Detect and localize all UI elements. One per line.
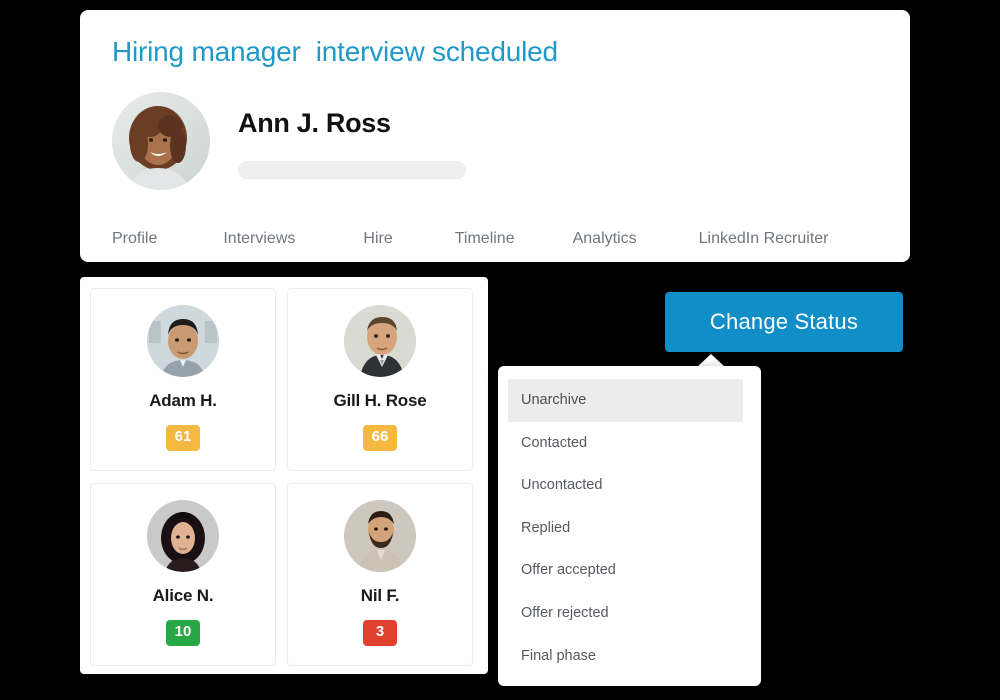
candidate-avatar bbox=[147, 500, 219, 572]
candidate-card-adam[interactable]: Adam H. 61 bbox=[90, 288, 276, 471]
change-status-button[interactable]: Change Status bbox=[665, 292, 903, 352]
candidate-score-badge: 3 bbox=[363, 620, 397, 646]
candidate-avatar bbox=[344, 500, 416, 572]
candidate-grid: Adam H. 61 Gill H. Rose 66 Alice N. 10 N… bbox=[90, 288, 473, 666]
tab-timeline[interactable]: Timeline bbox=[455, 230, 515, 248]
status-dropdown-menu: Unarchive Contacted Uncontacted Replied … bbox=[498, 366, 761, 686]
candidate-score-badge: 61 bbox=[165, 425, 201, 451]
dropdown-item-unarchive[interactable]: Unarchive bbox=[508, 379, 743, 422]
dropdown-item-uncontacted[interactable]: Uncontacted bbox=[498, 464, 761, 507]
candidate-avatar bbox=[147, 305, 219, 377]
candidate-name: Adam H. bbox=[149, 391, 217, 410]
candidate-name: Nil F. bbox=[360, 586, 400, 605]
tab-hire[interactable]: Hire bbox=[363, 230, 392, 248]
dropdown-item-offer-rejected[interactable]: Offer rejected bbox=[498, 592, 761, 635]
page-title: Hiring manager interview scheduled bbox=[112, 36, 558, 67]
tab-linkedin-recruiter[interactable]: LinkedIn Recruiter bbox=[699, 230, 829, 248]
profile-tabs: Profile Interviews Hire Timeline Analyti… bbox=[112, 230, 886, 248]
profile-header: Ann J. Ross bbox=[112, 92, 466, 190]
profile-card: Hiring manager interview scheduled Ann J… bbox=[80, 10, 910, 262]
avatar bbox=[112, 92, 210, 190]
dropdown-item-final-phase[interactable]: Final phase bbox=[498, 635, 761, 678]
profile-name: Ann J. Ross bbox=[238, 108, 391, 138]
candidate-card-nil[interactable]: Nil F. 3 bbox=[287, 483, 473, 666]
candidate-card-gill[interactable]: Gill H. Rose 66 bbox=[287, 288, 473, 471]
profile-subtitle-placeholder bbox=[238, 161, 466, 179]
candidate-cards-panel: Adam H. 61 Gill H. Rose 66 Alice N. 10 N… bbox=[80, 277, 488, 674]
candidate-score-badge: 66 bbox=[362, 425, 398, 451]
dropdown-item-contacted[interactable]: Contacted bbox=[498, 422, 761, 465]
candidate-score-badge: 10 bbox=[165, 620, 201, 646]
candidate-name: Alice N. bbox=[152, 586, 214, 605]
candidate-avatar bbox=[344, 305, 416, 377]
tab-analytics[interactable]: Analytics bbox=[573, 230, 637, 248]
candidate-card-alice[interactable]: Alice N. 10 bbox=[90, 483, 276, 666]
dropdown-item-offer-accepted[interactable]: Offer accepted bbox=[498, 549, 761, 592]
candidate-name: Gill H. Rose bbox=[333, 391, 427, 410]
tab-interviews[interactable]: Interviews bbox=[223, 230, 295, 248]
profile-meta: Ann J. Ross bbox=[238, 92, 466, 179]
tab-profile[interactable]: Profile bbox=[112, 230, 157, 248]
dropdown-item-replied[interactable]: Replied bbox=[498, 507, 761, 550]
